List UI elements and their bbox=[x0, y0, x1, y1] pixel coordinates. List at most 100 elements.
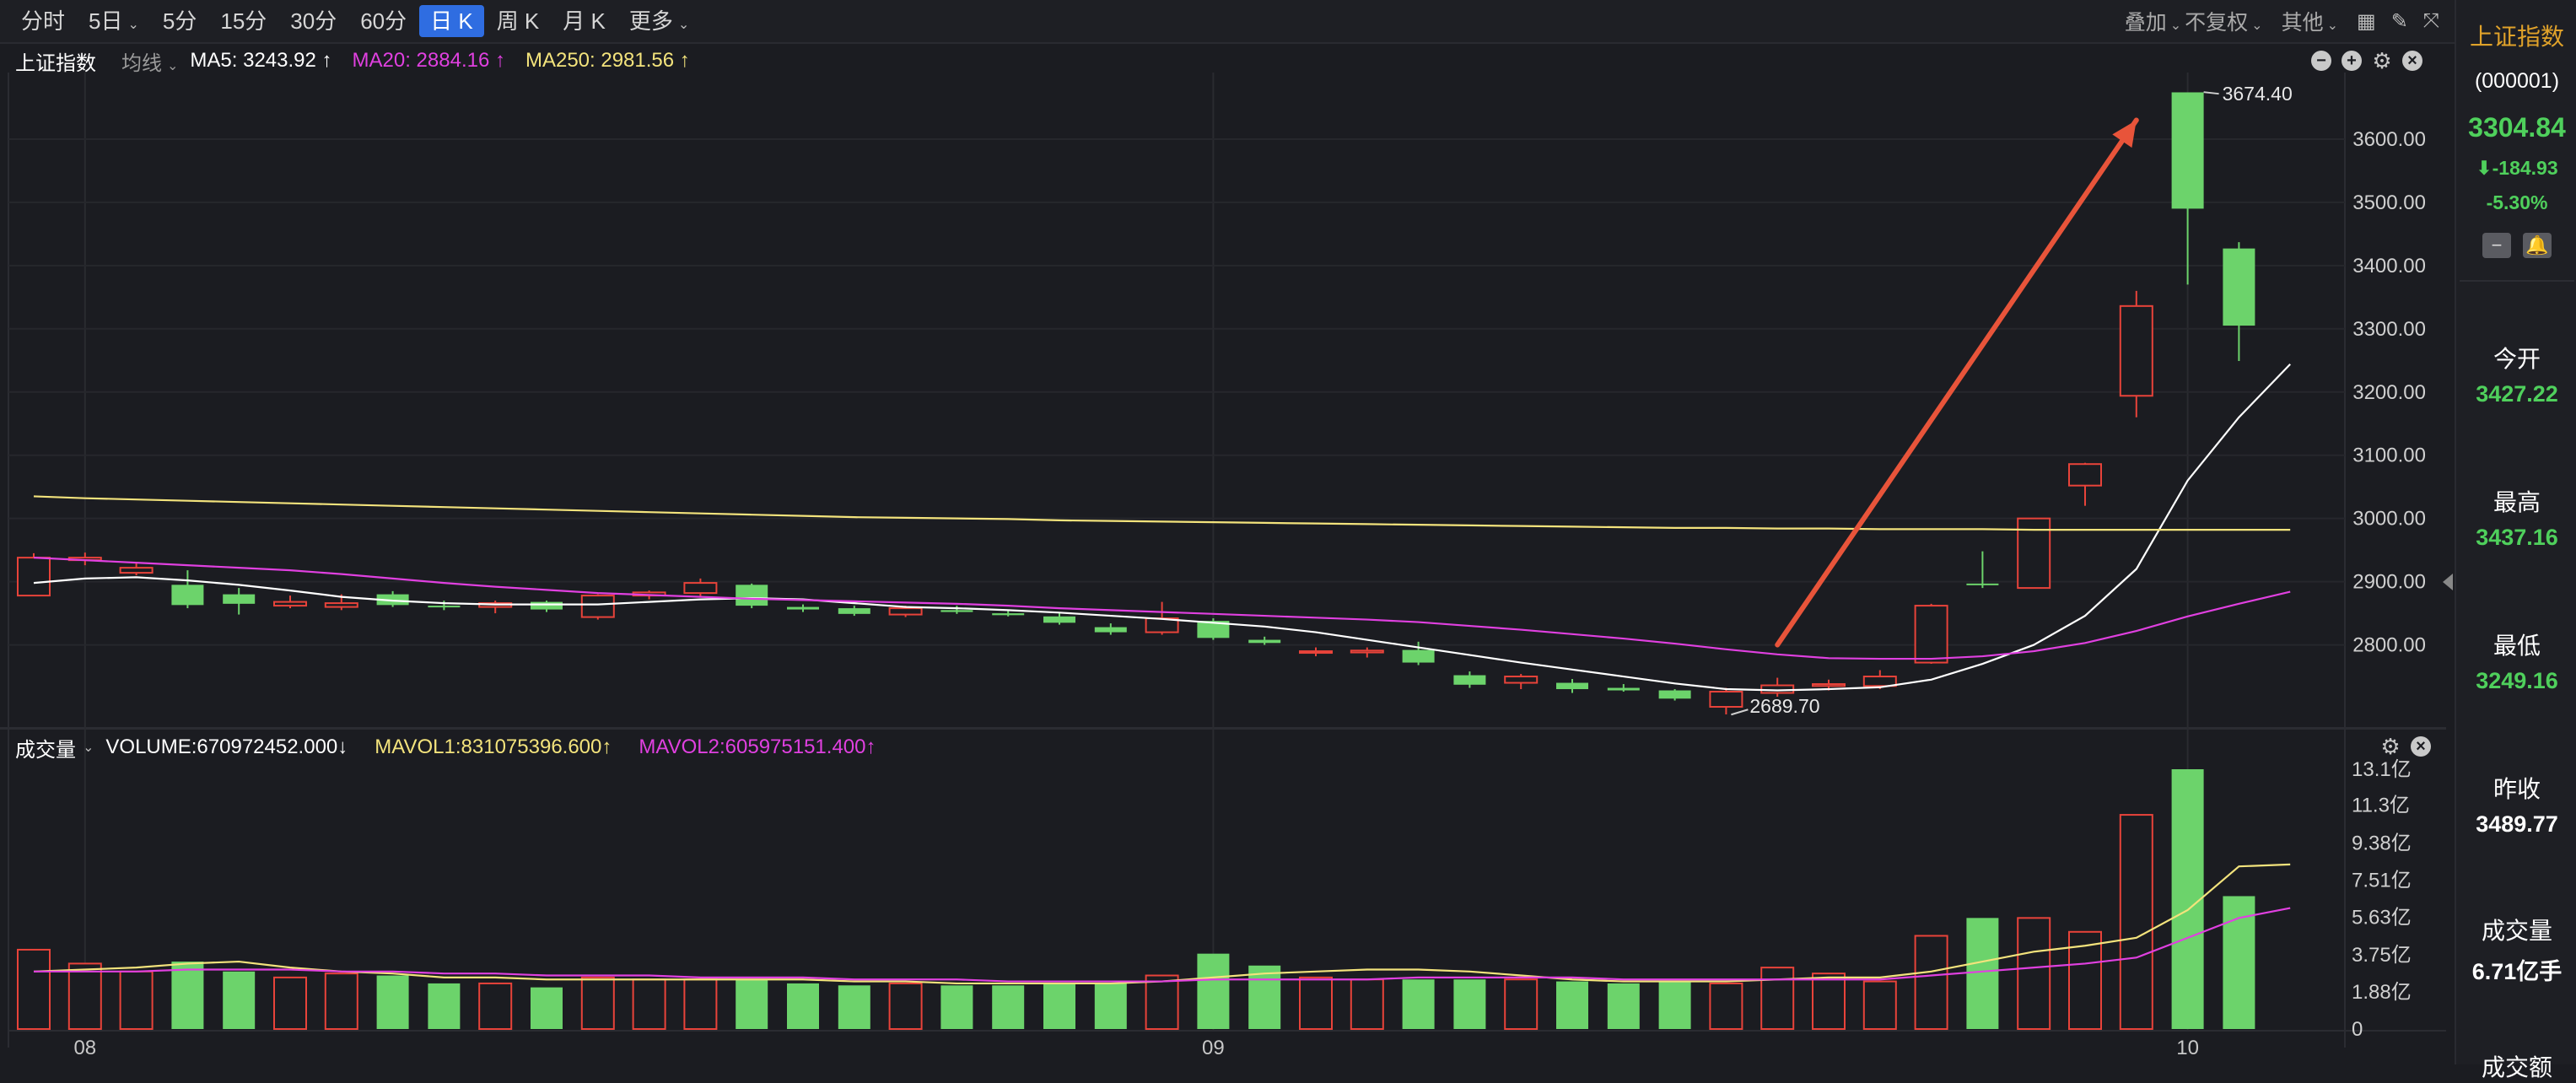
chart-grid bbox=[8, 73, 2446, 1048]
candle bbox=[1299, 647, 1333, 657]
volume-bar-down bbox=[223, 971, 256, 1029]
candle bbox=[2119, 290, 2153, 418]
max-pointer bbox=[2203, 91, 2219, 95]
volume-bar-up bbox=[17, 948, 51, 1031]
quote-change: ⬇-184.93 bbox=[2456, 157, 2576, 180]
candle bbox=[940, 606, 973, 614]
volume-bar-up bbox=[1299, 976, 1333, 1031]
open-block: 今开 3427.22 bbox=[2456, 341, 2576, 407]
price-tick-label: 3500.00 bbox=[2352, 191, 2426, 214]
volume-bar-down bbox=[171, 962, 204, 1029]
candle-body-up bbox=[273, 601, 307, 607]
candle-body-down bbox=[1453, 675, 1486, 685]
candle bbox=[223, 588, 256, 615]
volume-bar-up bbox=[119, 970, 154, 1030]
candle-body-up bbox=[1812, 683, 1846, 687]
candle-body-down bbox=[736, 585, 768, 606]
min-price-label: 2689.70 bbox=[1749, 695, 1819, 717]
volume-bar-down bbox=[1094, 983, 1127, 1029]
volume-bar-up bbox=[683, 978, 718, 1030]
candle-body-down bbox=[2223, 248, 2255, 326]
volume-bar-up bbox=[324, 973, 358, 1031]
prev-close-label: 昨收 bbox=[2492, 776, 2541, 802]
bell-icon[interactable]: 🔔 bbox=[2523, 233, 2552, 258]
volume-tick-label: 1.88亿 bbox=[2352, 981, 2412, 1004]
candle-body-up bbox=[1862, 676, 1897, 687]
volume-bar-up bbox=[478, 982, 513, 1031]
max-price-label: 3674.40 bbox=[2223, 83, 2293, 105]
low-label: 最低 bbox=[2492, 633, 2541, 659]
quote-code: (000001) bbox=[2474, 69, 2560, 93]
volume-bar-down bbox=[1402, 979, 1435, 1029]
candle bbox=[2171, 92, 2204, 285]
minus-icon[interactable]: − bbox=[2482, 233, 2511, 258]
candle-body-down bbox=[1043, 616, 1075, 623]
candle-body-down bbox=[171, 585, 204, 606]
kline-chart[interactable]: 3674.40 2689.70 08 09 10 2800.00 2900.00 3000.… bbox=[0, 0, 2446, 1064]
volume-bar-down bbox=[1043, 983, 1075, 1029]
candle-body-up bbox=[683, 582, 718, 595]
volume-bar-up bbox=[2119, 814, 2153, 1031]
volume-value: 6.71亿手 bbox=[2471, 959, 2563, 984]
price-tick-label: 3200.00 bbox=[2352, 381, 2426, 404]
price-tick-label: 3100.00 bbox=[2352, 445, 2426, 467]
prev-close-value: 3489.77 bbox=[2476, 811, 2558, 837]
volume-bar-up bbox=[1914, 935, 1948, 1031]
candle-body-up bbox=[2068, 463, 2102, 487]
volume-bar-up bbox=[1145, 974, 1179, 1030]
volume-bar-down bbox=[787, 983, 819, 1029]
candle bbox=[1709, 687, 1743, 715]
sidebar-collapse-handle[interactable] bbox=[2443, 574, 2453, 590]
trend-arrow bbox=[1775, 117, 2139, 648]
candle-body-up bbox=[888, 607, 923, 616]
candle bbox=[787, 604, 819, 612]
volume-bar-up bbox=[1812, 973, 1846, 1031]
volume-bar-down bbox=[2171, 769, 2204, 1029]
candle-body-up bbox=[1914, 605, 1948, 664]
candle-body-down bbox=[787, 606, 819, 610]
ma-line-ma250 bbox=[33, 495, 2291, 531]
candle bbox=[1914, 603, 1948, 665]
candle-body-down bbox=[838, 608, 870, 614]
high-label: 最高 bbox=[2492, 489, 2541, 515]
quote-change-value: -184.93 bbox=[2492, 157, 2558, 179]
x-tick-label: 08 bbox=[73, 1037, 96, 1059]
candle-body-down bbox=[1966, 583, 1999, 585]
candle bbox=[838, 606, 870, 617]
volume-bar-down bbox=[1197, 953, 1230, 1029]
candle bbox=[2223, 242, 2255, 362]
volume-bar-up bbox=[1350, 978, 1384, 1030]
candle-body-down bbox=[1607, 687, 1640, 691]
volume-block: 成交量 6.71亿手 bbox=[2456, 913, 2576, 986]
candle bbox=[17, 552, 51, 597]
candle bbox=[1453, 671, 1486, 688]
low-block: 最低 3249.16 bbox=[2456, 628, 2576, 694]
candle-body-down bbox=[531, 601, 563, 610]
candle bbox=[1504, 674, 1539, 690]
quote-buttons: − 🔔 bbox=[2456, 233, 2576, 258]
volume-bar-down bbox=[1556, 981, 1588, 1029]
candle-body-down bbox=[223, 594, 256, 604]
volume-bar-down bbox=[1453, 979, 1486, 1029]
candle bbox=[2068, 462, 2102, 506]
candle bbox=[171, 570, 204, 609]
candle-body-down bbox=[940, 610, 973, 612]
candle bbox=[1556, 679, 1588, 693]
candle-body-up bbox=[1350, 649, 1384, 654]
candle-body-up bbox=[2119, 304, 2153, 397]
prev-close-block: 昨收 3489.77 bbox=[2456, 771, 2576, 838]
volume-bar-down bbox=[992, 985, 1025, 1029]
candle-body-up bbox=[1760, 684, 1795, 694]
candle-body-down bbox=[992, 613, 1025, 616]
min-pointer bbox=[1731, 709, 1749, 716]
trend-arrow-shaft bbox=[1775, 117, 2139, 648]
volume-bar-up bbox=[1709, 982, 1743, 1031]
volume-tick-label: 0 bbox=[2352, 1018, 2363, 1041]
volume-bar-down bbox=[531, 987, 563, 1029]
volume-bar-down bbox=[428, 983, 461, 1029]
candle bbox=[273, 595, 307, 609]
arrow-down-icon: ⬇ bbox=[2476, 157, 2492, 179]
volume-tick-label: 5.63亿 bbox=[2352, 907, 2412, 929]
candle-body-up bbox=[1504, 676, 1539, 684]
candle-body-down bbox=[1402, 649, 1435, 663]
